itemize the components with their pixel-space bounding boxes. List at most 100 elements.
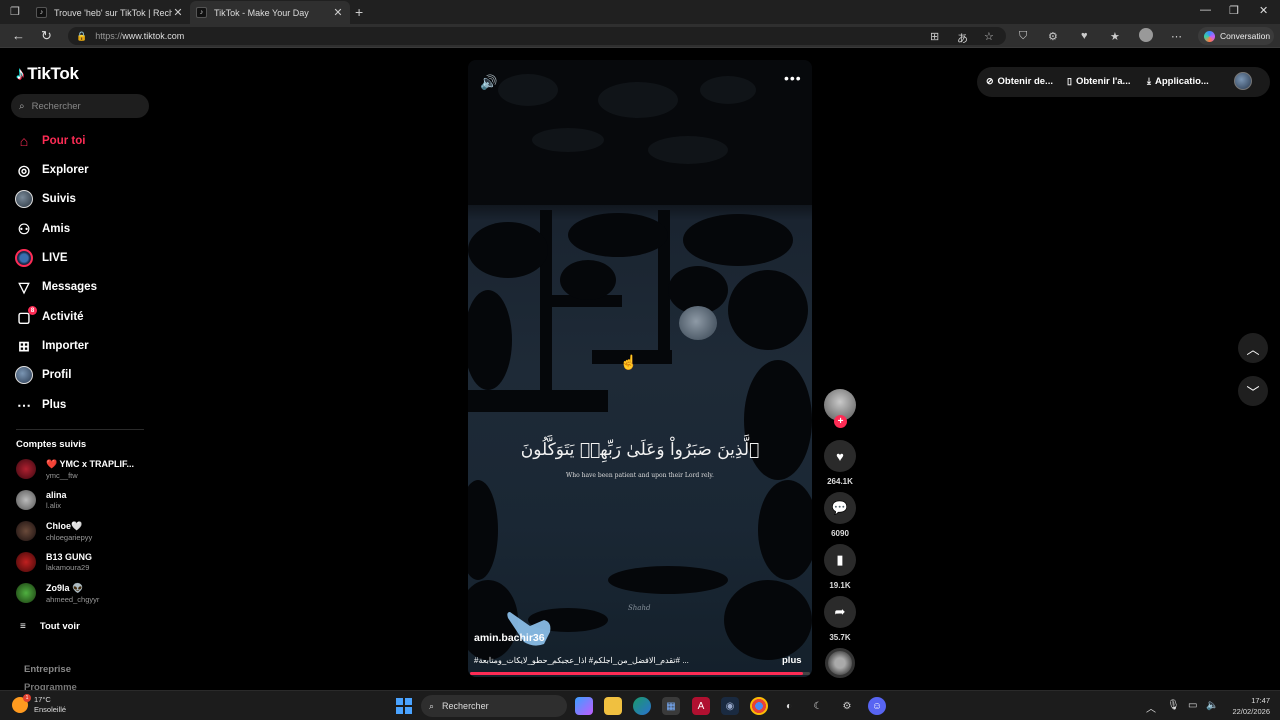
footer-link-entreprise[interactable]: Entreprise [24,664,71,675]
nav-importer[interactable]: ⊞ Importer [14,334,89,358]
get-coins-button[interactable]: ⊘ Obtenir de... [986,76,1053,87]
profile-icon[interactable] [1139,28,1153,42]
nav-amis[interactable]: ⚇ Amis [14,217,70,241]
discord-icon[interactable]: ☺ [868,697,886,715]
new-tab-icon[interactable]: + [355,4,363,20]
account-name: Chloe🤍 [46,520,83,531]
video-progress-bar[interactable] [470,672,810,675]
sun-icon: 1 [12,694,31,713]
nav-profil[interactable]: Profil [14,363,71,387]
edge-browser-icon[interactable] [633,697,651,715]
nav-label: Explorer [42,164,89,176]
file-explorer-icon[interactable] [604,697,622,715]
like-button[interactable]: ♥ [824,440,856,472]
back-icon[interactable]: ← [12,28,25,43]
tiktok-favicon-icon: ♪ [36,7,47,18]
previous-video-button[interactable]: ︿ [1238,333,1268,363]
nav-pour-toi[interactable]: ⌂ Pour toi [14,129,86,153]
shield-icon[interactable]: ⛉ [1019,30,1027,43]
search-input[interactable]: ⌕ Rechercher [11,94,149,118]
list-icon: ≡ [20,621,26,632]
affinity-app-icon[interactable]: A [692,697,710,715]
share-button[interactable]: ➦ [824,596,856,628]
avatar [16,583,36,603]
url-bar[interactable]: 🔒 https://www.tiktok.com [68,27,1006,45]
profile-avatar[interactable] [1234,72,1252,90]
account-handle: chloegariepyy [46,532,93,542]
followed-account[interactable]: alina l.alix [16,485,67,515]
extensions-icon[interactable]: ⚙ [1048,30,1058,43]
music-disc[interactable] [825,648,855,678]
next-video-button[interactable]: ﹀ [1238,376,1268,406]
send-icon: ▽ [18,278,30,295]
tab-actions-icon[interactable]: ❐ [10,5,20,18]
desktop-app-button[interactable]: ⤓ Applicatio... [1147,76,1209,87]
upload-icon: ⊞ [18,337,30,354]
steam-icon[interactable]: ◉ [721,697,739,715]
favorites-icon[interactable]: ★ [1110,30,1120,43]
followed-account[interactable]: B13 GUNG lakamoura29 [16,547,92,577]
save-count: 19.1K [829,581,851,590]
account-name: B13 GUNG [46,552,93,562]
video-player[interactable]: 🔊 ••• ٱلَّذِينَ صَبَرُواْ وَعَلَىٰ رَبِّ… [468,60,812,677]
chrome-icon[interactable] [750,697,768,715]
tiktok-logo[interactable]: ♪ TikTok [16,64,79,84]
address-toolbar: ← ↻ 🔒 https://www.tiktok.com ⊞ あ ☆ ⛉ ⚙ ♥… [0,24,1280,48]
video-author[interactable]: amin.bachir36 [474,632,545,644]
save-button[interactable]: ▮ [824,544,856,576]
settings-more-icon[interactable]: ⋯ [1171,30,1182,43]
close-icon[interactable]: ✕ [332,6,344,19]
performance-icon[interactable]: ♥ [1081,30,1088,42]
close-icon[interactable]: ✕ [172,6,184,19]
weather-widget[interactable]: 1 17°C Ensoleillé [12,694,66,715]
nav-live[interactable]: LIVE [14,246,68,270]
speaker-icon[interactable]: 🔈 [1206,700,1218,711]
followed-account[interactable]: ❤️ YMC x TRAPLIF... ymc__ftw [16,454,134,484]
video-progress-fill [470,672,804,675]
windows-start-icon[interactable] [396,698,412,714]
nav-explorer[interactable]: ◎ Explorer [14,158,89,182]
nav-messages[interactable]: ▽ Messages [14,275,97,299]
tray-chevron-up-icon[interactable]: ︿ [1146,700,1156,715]
display-icon[interactable]: ▭ [1188,700,1197,711]
get-app-button[interactable]: ▯ Obtenir l'a... [1067,76,1130,87]
translate-icon[interactable]: あ [957,30,968,46]
tab-tiktok[interactable]: ♪ TikTok - Make Your Day ✕ [190,1,350,24]
store-icon[interactable]: ▦ [662,697,680,715]
account-handle: ymc__ftw [46,470,78,480]
maximize-icon[interactable]: ❐ [1229,4,1239,17]
volume-icon[interactable]: 🔊 [480,74,497,91]
comment-button[interactable]: 💬 [824,492,856,524]
browser-tab-bar: ❐ ♪ Trouve 'heb' sur TikTok | Recherche … [0,0,1280,24]
see-all-button[interactable]: ≡ Tout voir [20,621,80,632]
tab-search[interactable]: ♪ Trouve 'heb' sur TikTok | Recherche ✕ [30,1,190,24]
settings-icon[interactable]: ⚙ [838,697,856,715]
follow-plus-icon[interactable]: + [834,415,847,428]
favorite-star-icon[interactable]: ☆ [984,30,994,43]
github-icon[interactable]: ◐ [780,697,798,715]
copilot-app-icon[interactable] [575,697,593,715]
nav-plus[interactable]: ⋯ Plus [14,393,66,417]
conversation-button[interactable]: Conversation [1198,27,1274,45]
app-available-icon[interactable]: ⊞ [930,30,939,43]
taskbar-search[interactable]: ⌕ Rechercher [421,695,567,717]
caption-more-button[interactable]: plus [782,655,802,666]
hand-cursor-icon: ☝ [620,354,638,370]
clock[interactable]: 17:47 22/02/2026 [1226,695,1270,717]
copilot-icon [1204,30,1215,42]
nav-suivis[interactable]: Suivis [14,187,76,211]
refresh-icon[interactable]: ↻ [41,28,52,44]
window-close-icon[interactable]: ✕ [1259,4,1268,17]
chevron-down-icon: ﹀ [1246,384,1260,400]
get-app-label: Obtenir l'a... [1075,76,1131,87]
minimize-icon[interactable]: — [1200,4,1211,16]
video-watermark: Shahd [628,604,651,612]
app-icon[interactable]: ☾ [809,697,827,715]
more-options-icon[interactable]: ••• [784,70,802,86]
followed-account[interactable]: Zo9la 👽 ahmeed_chgyyr [16,578,99,608]
following-title: Comptes suivis [16,439,87,450]
nav-activite[interactable]: ▢ 8 Activité [14,305,84,329]
nav-label: Activité [42,311,84,323]
microphone-icon[interactable]: 🎙 [1167,700,1180,711]
followed-account[interactable]: Chloe🤍 chloegariepyy [16,516,92,546]
